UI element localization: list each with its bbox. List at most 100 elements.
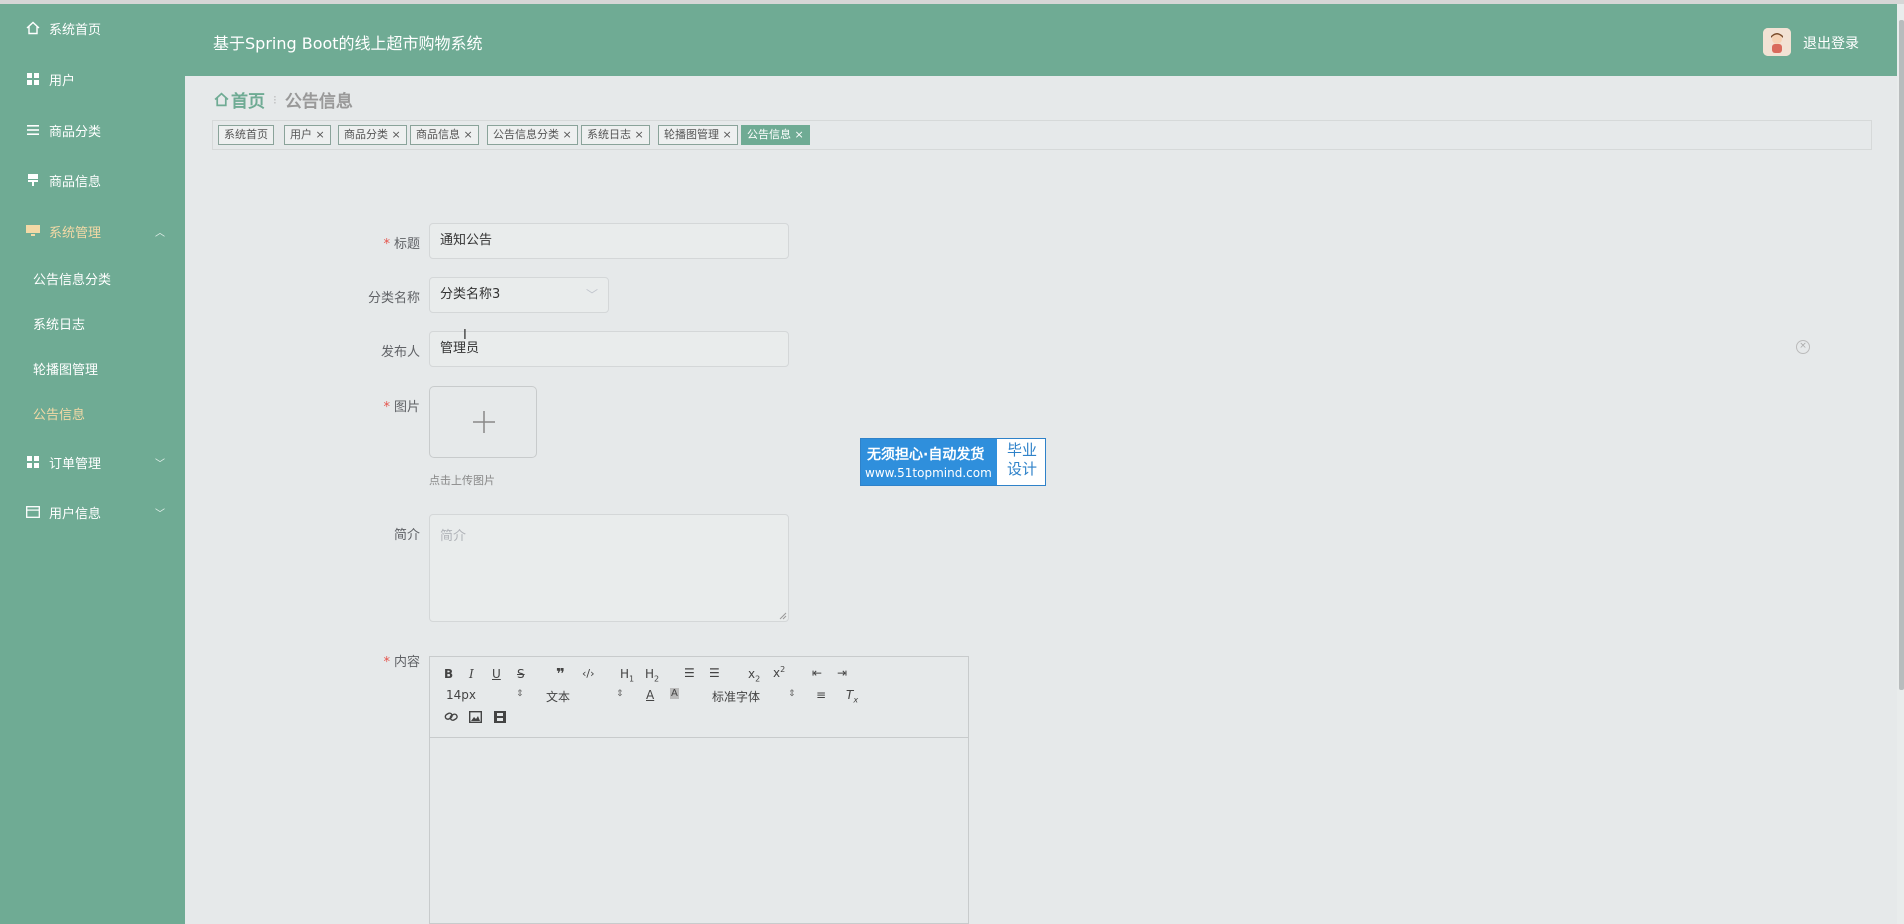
sidebar-item-users[interactable]: 用户	[0, 59, 185, 99]
header: 基于Spring Boot的线上超市购物系统 退出登录	[185, 4, 1904, 76]
scrollbar-thumb[interactable]	[1899, 20, 1904, 690]
home-icon	[25, 20, 41, 36]
chevron-down-icon: ﹀	[155, 458, 165, 470]
underline-icon[interactable]: U	[492, 667, 501, 681]
tag-label: 用户	[290, 128, 312, 141]
sidebar-item-label: 系统首页	[49, 22, 102, 38]
header-select[interactable]: 文本 ⇕	[546, 688, 624, 705]
blockquote-icon[interactable]: ❞	[556, 665, 565, 683]
category-label: 分类名称	[367, 291, 420, 306]
updown-icon: ⇕	[616, 689, 624, 699]
tag-product-category[interactable]: 商品分类 ×	[338, 125, 407, 145]
tag-label: 系统首页	[224, 128, 268, 141]
header1-icon[interactable]: H1	[620, 667, 634, 683]
breadcrumb-home[interactable]: 首页	[214, 87, 265, 112]
tag-carousel[interactable]: 轮播图管理 ×	[658, 125, 738, 145]
close-icon[interactable]: ×	[795, 128, 804, 141]
font-color-icon[interactable]: A	[646, 688, 654, 702]
tag-notice-category[interactable]: 公告信息分类 ×	[487, 125, 578, 145]
header2-icon[interactable]: H2	[645, 667, 659, 683]
sidebar-item-label: 商品分类	[49, 124, 102, 140]
image-upload-button[interactable]	[429, 386, 537, 458]
intro-textarea[interactable]: 简介	[429, 514, 789, 622]
bold-icon[interactable]: B	[444, 667, 453, 681]
close-icon[interactable]: ×	[392, 128, 401, 141]
editor-content-area[interactable]	[430, 738, 968, 923]
required-mark: *	[383, 237, 390, 252]
sidebar-subitem-label: 轮播图管理	[33, 362, 99, 378]
updown-icon: ⇕	[788, 689, 796, 699]
sidebar-subitem-carousel[interactable]: 轮播图管理	[0, 348, 185, 388]
updown-icon: ⇕	[516, 689, 524, 699]
intro-label: 简介	[393, 528, 420, 543]
sidebar-item-order-management[interactable]: 订单管理 ﹀	[0, 442, 185, 482]
strike-icon[interactable]: S	[517, 667, 525, 681]
tag-label: 商品信息	[416, 128, 460, 141]
sidebar-item-product-info[interactable]: 商品信息	[0, 160, 185, 200]
image-label-text: 图片	[393, 400, 420, 415]
publisher-label: 发布人	[380, 345, 420, 360]
align-icon[interactable]: ≡	[816, 688, 826, 702]
sidebar-subitem-label: 公告信息分类	[33, 272, 112, 288]
sidebar-item-label: 用户信息	[49, 506, 102, 522]
chevron-up-icon: ︿	[155, 227, 165, 239]
publisher-input[interactable]: 管理员	[429, 331, 789, 367]
category-select[interactable]: 分类名称3 ﹀	[429, 277, 609, 313]
tag-home[interactable]: 系统首页	[218, 125, 274, 145]
rich-text-editor: B I U S ❞ ‹/› H1 H2 ☰ ☰ x2 x2 ⇤ ⇥ 14px ⇕…	[429, 656, 969, 924]
sidebar-item-product-category[interactable]: 商品分类	[0, 110, 185, 150]
sidebar-item-system-management[interactable]: 系统管理 ︿	[0, 211, 185, 251]
category-value: 分类名称3	[440, 287, 501, 302]
avatar[interactable]	[1763, 28, 1791, 56]
sidebar-item-home[interactable]: 系统首页	[0, 8, 185, 48]
plus-icon	[473, 411, 495, 433]
video-icon[interactable]	[494, 711, 506, 726]
sidebar-subitem-label: 系统日志	[33, 317, 86, 333]
superscript-icon[interactable]: x2	[773, 665, 785, 680]
tag-users[interactable]: 用户 ×	[284, 125, 331, 145]
clear-icon[interactable]: ×	[1796, 340, 1810, 354]
close-icon[interactable]: ×	[464, 128, 473, 141]
title-input[interactable]: 通知公告	[429, 223, 789, 259]
close-icon[interactable]: ×	[635, 128, 644, 141]
tag-label: 商品分类	[344, 128, 388, 141]
text-cursor-icon: Ⅰ	[463, 328, 467, 343]
sidebar-item-user-info[interactable]: 用户信息 ﹀	[0, 492, 185, 532]
tag-system-log[interactable]: 系统日志 ×	[581, 125, 650, 145]
header-select-value: 文本	[546, 690, 571, 704]
font-size-select[interactable]: 14px ⇕	[446, 688, 524, 702]
title-value: 通知公告	[440, 233, 493, 248]
bullet-list-icon[interactable]: ☰	[709, 666, 720, 680]
sidebar-subitem-system-log[interactable]: 系统日志	[0, 303, 185, 343]
italic-icon[interactable]: I	[469, 667, 474, 681]
close-icon[interactable]: ×	[723, 128, 732, 141]
subscript-icon[interactable]: x2	[748, 667, 760, 683]
image-icon[interactable]	[468, 710, 483, 726]
tag-notice-info[interactable]: 公告信息 ×	[741, 125, 810, 145]
upload-tip: 点击上传图片	[429, 474, 495, 487]
sidebar-subitem-notice-info[interactable]: 公告信息	[0, 393, 185, 433]
ordered-list-icon[interactable]: ☰	[684, 666, 695, 680]
resize-grip-icon[interactable]	[779, 612, 787, 620]
code-icon[interactable]: ‹/›	[582, 667, 595, 680]
site-title: 基于Spring Boot的线上超市购物系统	[213, 34, 483, 53]
link-icon[interactable]	[444, 711, 458, 726]
title-label: * 标题	[310, 233, 420, 252]
sidebar-item-label: 用户	[49, 73, 76, 89]
close-icon[interactable]: ×	[563, 128, 572, 141]
clear-format-icon[interactable]: Tx	[846, 688, 858, 704]
font-family-select[interactable]: 标准字体 ⇕	[712, 688, 796, 705]
content-label-text: 内容	[393, 655, 420, 670]
logout-button[interactable]: 退出登录	[1803, 33, 1859, 53]
tag-label: 系统日志	[587, 128, 631, 141]
tags-bar: 系统首页 用户 × 商品分类 × 商品信息 × 公告信息分类 × 系统日志 × …	[212, 120, 1872, 150]
editor-toolbar: B I U S ❞ ‹/› H1 H2 ☰ ☰ x2 x2 ⇤ ⇥ 14px ⇕…	[430, 657, 968, 738]
grid-icon	[25, 454, 41, 470]
content-label: * 内容	[310, 651, 420, 670]
background-color-icon[interactable]: A	[670, 688, 679, 699]
outdent-icon[interactable]: ⇤	[812, 666, 822, 680]
indent-icon[interactable]: ⇥	[837, 666, 847, 680]
close-icon[interactable]: ×	[316, 128, 325, 141]
sidebar-subitem-notice-category[interactable]: 公告信息分类	[0, 258, 185, 298]
tag-product-info[interactable]: 商品信息 ×	[410, 125, 479, 145]
